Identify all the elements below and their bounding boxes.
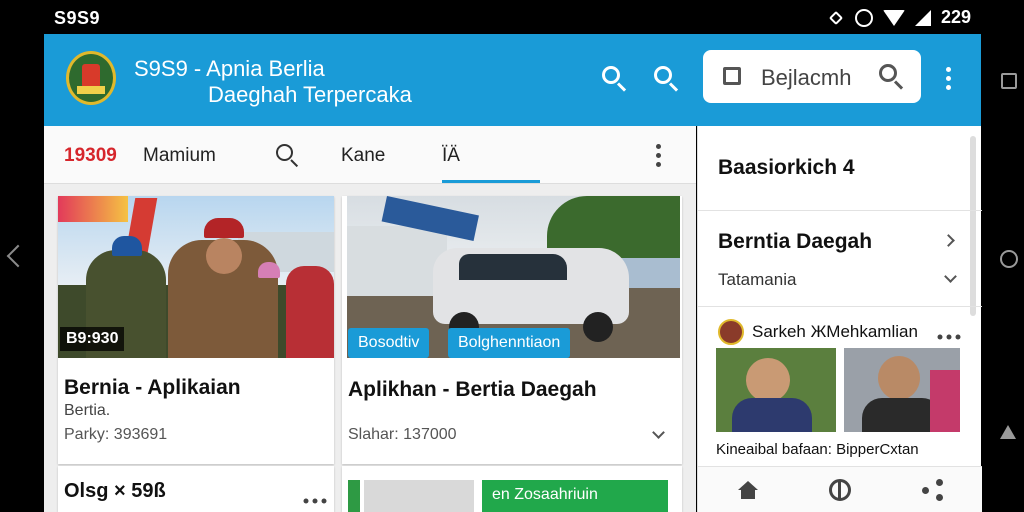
alarm-icon	[854, 8, 873, 27]
tab-3[interactable]: Kane	[341, 145, 385, 167]
status-time: 229	[940, 7, 971, 27]
chevron-right-icon[interactable]	[942, 234, 955, 247]
overflow-menu-icon[interactable]	[946, 67, 952, 94]
chevron-down-icon[interactable]	[944, 270, 957, 283]
tab-bar: 19309 Mamium Kane ÏÄ	[44, 126, 696, 184]
expand-chevron-icon[interactable]	[652, 426, 665, 439]
news-card[interactable]: en Zosaahriuin	[342, 466, 682, 512]
post-author[interactable]: Sarkeh ЖMehkamlian	[752, 322, 918, 342]
post-overflow-icon[interactable]	[934, 334, 961, 341]
post-image	[844, 348, 960, 432]
app-title-line1: S9S9 - Apnia Berlia	[134, 56, 325, 81]
news-card-subtitle: Bertia.	[64, 402, 111, 419]
back-chevron-icon[interactable]	[6, 244, 30, 268]
sidebar-section-sub[interactable]: Tatamania	[718, 270, 796, 290]
status-left-text: S9S9	[54, 8, 101, 28]
card-overflow-icon[interactable]	[300, 498, 327, 505]
explore-icon[interactable]	[829, 479, 851, 501]
sidebar-scrollbar[interactable]	[970, 136, 976, 316]
image-badge: B9:930	[60, 327, 125, 351]
status-icons: 229	[827, 7, 971, 28]
tab-overflow-icon[interactable]	[656, 144, 662, 171]
bluetooth-icon	[828, 10, 844, 25]
main-feed: 19309 Mamium Kane ÏÄ B9:930 Bernia - Apl…	[44, 126, 696, 512]
back-nav-icon[interactable]	[1000, 425, 1016, 439]
status-bar: S9S9 229	[44, 0, 981, 34]
app-logo	[66, 51, 116, 105]
post-caption: Kineaibal bafaan: BipperCxtan	[716, 441, 919, 458]
app-bar: S9S9 - Apnia Berlia Daeghah Terpercaka B…	[44, 34, 981, 126]
news-card-title: Aplikhan - Bertia Daegah	[348, 378, 597, 401]
news-card[interactable]: Bosodtiv Bolghenntiaon Aplikhan - Bertia…	[342, 196, 682, 464]
news-card-meta: Slahar: 137000	[348, 426, 457, 443]
tab-search-icon[interactable]	[276, 144, 300, 168]
tab-1[interactable]: 19309	[64, 145, 117, 167]
bookmark-icon	[723, 67, 741, 85]
divider	[698, 210, 982, 211]
sidebar-heading: Baasiorkich 4	[718, 156, 855, 179]
divider	[698, 306, 982, 307]
app-title-line2: Daeghah Terpercaka	[208, 82, 412, 107]
sidebar-section-title[interactable]: Berntia Daegah	[718, 230, 872, 254]
avatar[interactable]	[718, 319, 744, 345]
search-field[interactable]: Bejlacmh	[703, 50, 921, 103]
signal-icon	[914, 9, 931, 26]
share-icon[interactable]	[922, 479, 944, 501]
home-icon[interactable]	[738, 481, 758, 499]
news-card-meta: Parky: 393691	[64, 426, 168, 443]
search-icon-secondary[interactable]	[654, 66, 680, 92]
system-left-gutter	[0, 0, 44, 512]
wifi-icon	[882, 9, 905, 26]
post-image	[716, 348, 836, 432]
tab-active-indicator	[442, 180, 540, 183]
news-card-title: Bernia - Aplikaian	[64, 376, 241, 399]
search-icon[interactable]	[602, 66, 628, 92]
news-card[interactable]: B9:930 Bernia - Aplikaian Bertia. Parky:…	[58, 196, 334, 464]
tab-2[interactable]: Mamium	[143, 145, 216, 167]
recents-icon[interactable]	[1001, 73, 1017, 89]
tab-4[interactable]: ÏÄ	[442, 145, 460, 167]
search-submit-icon[interactable]	[879, 64, 905, 90]
bottom-nav	[698, 466, 982, 512]
home-nav-icon[interactable]	[1000, 250, 1018, 268]
sidebar: Baasiorkich 4 Berntia Daegah Tatamania S…	[697, 126, 982, 512]
news-card[interactable]: Olsg × 59ß	[58, 466, 334, 512]
system-nav-bar	[981, 0, 1024, 512]
category-chip[interactable]: Bolghenntiaon	[448, 328, 571, 358]
category-chip[interactable]: en Zosaahriuin	[482, 480, 668, 512]
news-card-title: Olsg × 59ß	[64, 480, 166, 502]
news-card-image: B9:930	[58, 196, 334, 358]
search-field-text: Bejlacmh	[761, 65, 852, 90]
category-chip[interactable]: Bosodtiv	[348, 328, 430, 358]
